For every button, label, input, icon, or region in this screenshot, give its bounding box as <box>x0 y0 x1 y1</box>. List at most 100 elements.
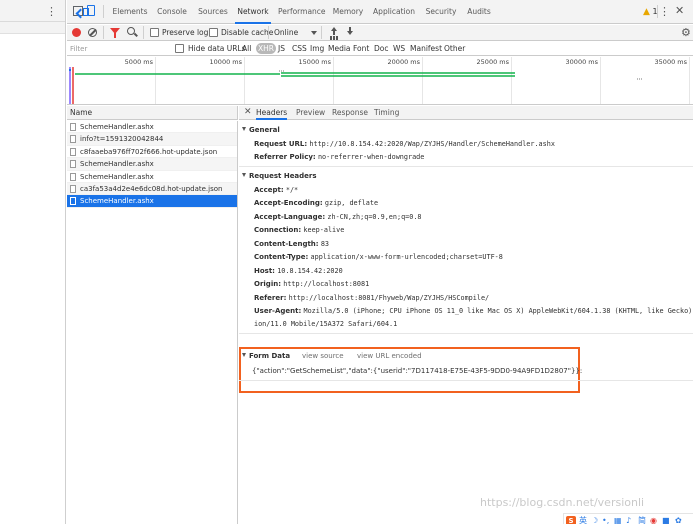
gear-icon[interactable]: ✿ <box>675 515 682 524</box>
tab-headers[interactable]: Headers <box>256 106 288 120</box>
section-request-headers[interactable]: Request Headers <box>242 172 317 180</box>
tab-console[interactable]: Console <box>155 0 189 24</box>
gear-icon[interactable]: ⚙ <box>681 26 691 39</box>
header-row: User-Agent: Mozilla/5.0 (iPhone; CPU iPh… <box>254 307 693 315</box>
header-row: Origin: http://localhost:8081 <box>254 280 370 288</box>
request-row[interactable]: SchemeHandler.ashx <box>67 121 237 134</box>
inspect-element-icon[interactable] <box>73 6 83 16</box>
tab-elements[interactable]: Elements <box>112 0 148 24</box>
close-icon[interactable]: ✕ <box>675 4 684 17</box>
tab-preview[interactable]: Preview <box>296 106 325 120</box>
request-details-pane: ✕ Headers Preview Response Timing Genera… <box>239 106 693 524</box>
filter-type-media[interactable]: Media <box>326 42 353 56</box>
filter-bar: Hide data URLs All XHR JS CSS Img Media … <box>67 42 693 56</box>
punctuation-icon[interactable]: •, <box>602 515 609 524</box>
tab-audits[interactable]: Audits <box>465 0 493 24</box>
left-page-strip: ⋮ <box>0 0 66 524</box>
view-source-link[interactable]: view source <box>302 352 344 360</box>
request-row-selected[interactable]: SchemeHandler.ashx <box>67 195 237 208</box>
filter-type-img[interactable]: Img <box>308 42 326 56</box>
toolbar-separator <box>143 26 144 39</box>
chevron-down-icon[interactable] <box>311 31 317 35</box>
skin-icon[interactable]: ■ <box>662 515 670 524</box>
tab-network[interactable]: Network <box>235 0 271 24</box>
tab-sources[interactable]: Sources <box>196 0 230 24</box>
request-row[interactable]: info?t=1591320042844 <box>67 133 237 146</box>
timeline-overview[interactable]: 5000 ms 10000 ms 15000 ms 20000 ms 25000… <box>67 57 693 105</box>
filter-type-all[interactable]: All <box>240 42 253 56</box>
header-row: Connection: keep-alive <box>254 226 345 234</box>
requests-list: SchemeHandler.ashx info?t=1591320042844 … <box>67 121 238 524</box>
close-icon[interactable]: ✕ <box>244 107 252 117</box>
tab-security[interactable]: Security <box>422 0 460 24</box>
header-row: Accept-Encoding: gzip, deflate <box>254 199 379 207</box>
file-icon <box>70 184 76 193</box>
toolbox-icon[interactable]: ◉ <box>650 515 657 524</box>
moon-icon[interactable]: ☽ <box>591 515 598 524</box>
search-icon[interactable] <box>127 27 135 35</box>
preserve-log-checkbox[interactable] <box>150 28 159 37</box>
ime-language-toggle[interactable]: 英 <box>579 515 587 524</box>
left-strip-header: ⋮ <box>0 0 65 22</box>
filter-type-manifest[interactable]: Manifest <box>408 42 444 56</box>
keyboard-icon[interactable]: ▦ <box>614 515 622 524</box>
device-toolbar-icon[interactable] <box>83 5 95 16</box>
details-tab-bar: ✕ Headers Preview Response Timing <box>239 106 693 120</box>
filter-type-ws[interactable]: WS <box>391 42 407 56</box>
request-row[interactable]: c8faaeba976ff702f666.hot-update.json <box>67 146 237 159</box>
request-row[interactable]: SchemeHandler.ashx <box>67 158 237 171</box>
disable-cache-label: Disable cache <box>221 28 274 37</box>
tab-response[interactable]: Response <box>332 106 368 120</box>
voice-icon[interactable]: ♪ <box>626 515 631 524</box>
header-row: Referrer Policy: no-referrer-when-downgr… <box>254 153 425 161</box>
more-vertical-icon[interactable]: ⋮ <box>46 5 57 18</box>
record-button[interactable] <box>72 28 81 37</box>
filter-type-doc[interactable]: Doc <box>372 42 391 56</box>
toolbar-separator <box>657 5 658 18</box>
devtools-tab-bar: Elements Console Sources Network Perform… <box>67 0 693 24</box>
filter-type-other[interactable]: Other <box>442 42 467 56</box>
toolbar-separator <box>103 5 104 18</box>
tab-application[interactable]: Application <box>372 0 416 24</box>
filter-type-font[interactable]: Font <box>351 42 371 56</box>
more-vertical-icon[interactable]: ⋮ <box>659 5 670 18</box>
simplified-chinese-icon[interactable]: 简 <box>638 515 646 524</box>
warnings-badge[interactable]: ▲ 1 <box>643 7 658 17</box>
filter-input[interactable] <box>70 43 170 55</box>
filter-type-css[interactable]: CSS <box>290 42 309 56</box>
tab-timing[interactable]: Timing <box>374 106 399 120</box>
export-har-icon[interactable] <box>345 27 355 38</box>
throttle-select[interactable]: Online <box>274 26 298 40</box>
triangle-down-icon <box>242 353 246 357</box>
header-row: Accept-Language: zh-CN,zh;q=0.9,en;q=0.8 <box>254 212 422 221</box>
section-general[interactable]: General <box>242 126 280 134</box>
view-url-encoded-link[interactable]: view URL encoded <box>357 352 422 360</box>
tab-memory[interactable]: Memory <box>331 0 365 24</box>
import-har-icon[interactable] <box>329 27 339 38</box>
header-row-continuation: ion/11.0 Mobile/15A372 Safari/604.1 <box>254 320 398 328</box>
filter-type-js[interactable]: JS <box>276 42 287 56</box>
hide-data-urls-checkbox[interactable] <box>175 44 184 53</box>
filter-type-xhr[interactable]: XHR <box>256 43 276 54</box>
header-row: Request URL: http://10.8.154.42:2020/Wap… <box>254 140 555 148</box>
triangle-down-icon <box>242 173 246 177</box>
preserve-log-label: Preserve log <box>162 28 209 37</box>
watermark: https://blog.csdn.net/versionli <box>480 496 645 509</box>
request-row[interactable]: ca3fa53a4d2e4e6dc08d.hot-update.json <box>67 182 237 196</box>
requests-column-header[interactable]: Name <box>67 106 238 120</box>
tab-performance[interactable]: Performance <box>278 0 326 24</box>
hide-data-urls-label: Hide data URLs <box>188 44 246 53</box>
filter-icon[interactable] <box>110 28 120 38</box>
warning-icon: ▲ <box>643 7 650 17</box>
ime-logo[interactable]: S <box>566 516 576 524</box>
disable-cache-checkbox[interactable] <box>209 28 218 37</box>
header-row: Host: 10.8.154.42:2020 <box>254 266 343 275</box>
file-icon <box>70 135 76 144</box>
form-data-payload: {"action":"GetSchemeList","data":{"useri… <box>252 367 583 375</box>
header-row: Content-Length: 83 <box>254 239 330 248</box>
toolbar-separator <box>268 26 269 39</box>
network-toolbar: Preserve log Disable cache Online ⚙ <box>67 25 693 41</box>
request-row[interactable]: SchemeHandler.ashx <box>67 171 237 183</box>
clear-icon[interactable] <box>88 28 97 37</box>
section-form-data[interactable]: Form Data <box>242 352 290 360</box>
